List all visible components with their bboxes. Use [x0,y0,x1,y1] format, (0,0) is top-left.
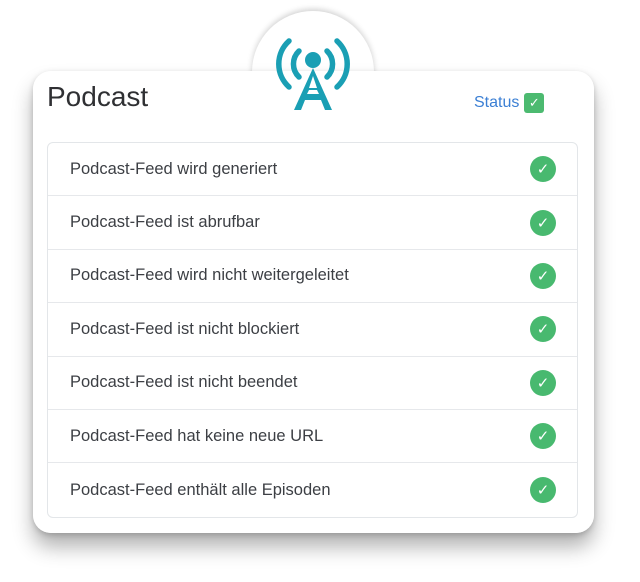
check-label: Podcast-Feed ist nicht blockiert [70,319,300,338]
list-item: Podcast-Feed enthält alle Episoden ✓ [48,463,577,516]
list-item: Podcast-Feed hat keine neue URL ✓ [48,410,577,464]
page-title: Podcast [47,81,149,112]
check-label: Podcast-Feed enthält alle Episoden [70,480,331,499]
list-item: Podcast-Feed ist abrufbar ✓ [48,196,577,250]
status-toggle[interactable]: Status ✓ [474,93,545,113]
check-circle-icon: ✓ [530,316,556,343]
check-label: Podcast-Feed wird nicht weitergeleitet [70,266,349,285]
list-item: Podcast-Feed ist nicht beendet ✓ [48,357,577,410]
check-list: Podcast-Feed wird generiert ✓ Podcast-Fe… [47,142,578,518]
check-circle-icon: ✓ [530,423,556,450]
status-checkbox-icon[interactable]: ✓ [524,93,545,113]
list-item: Podcast-Feed wird generiert ✓ [48,143,577,197]
check-circle-icon: ✓ [530,477,556,504]
check-label: Podcast-Feed ist abrufbar [70,213,260,232]
list-item: Podcast-Feed wird nicht weitergeleitet ✓ [48,250,577,304]
check-label: Podcast-Feed hat keine neue URL [70,426,324,445]
check-circle-icon: ✓ [530,262,556,289]
check-label: Podcast-Feed wird generiert [70,159,278,178]
list-item: Podcast-Feed ist nicht blockiert ✓ [48,303,577,357]
check-circle-icon: ✓ [530,209,556,236]
check-label: Podcast-Feed ist nicht beendet [70,373,298,392]
broadcast-tower-icon [276,38,350,110]
status-label: Status [474,94,520,111]
check-circle-icon: ✓ [530,369,556,396]
podcast-status-widget: Podcast Status ✓ Podcast-Feed wird gener… [0,0,640,582]
check-circle-icon: ✓ [530,156,556,183]
